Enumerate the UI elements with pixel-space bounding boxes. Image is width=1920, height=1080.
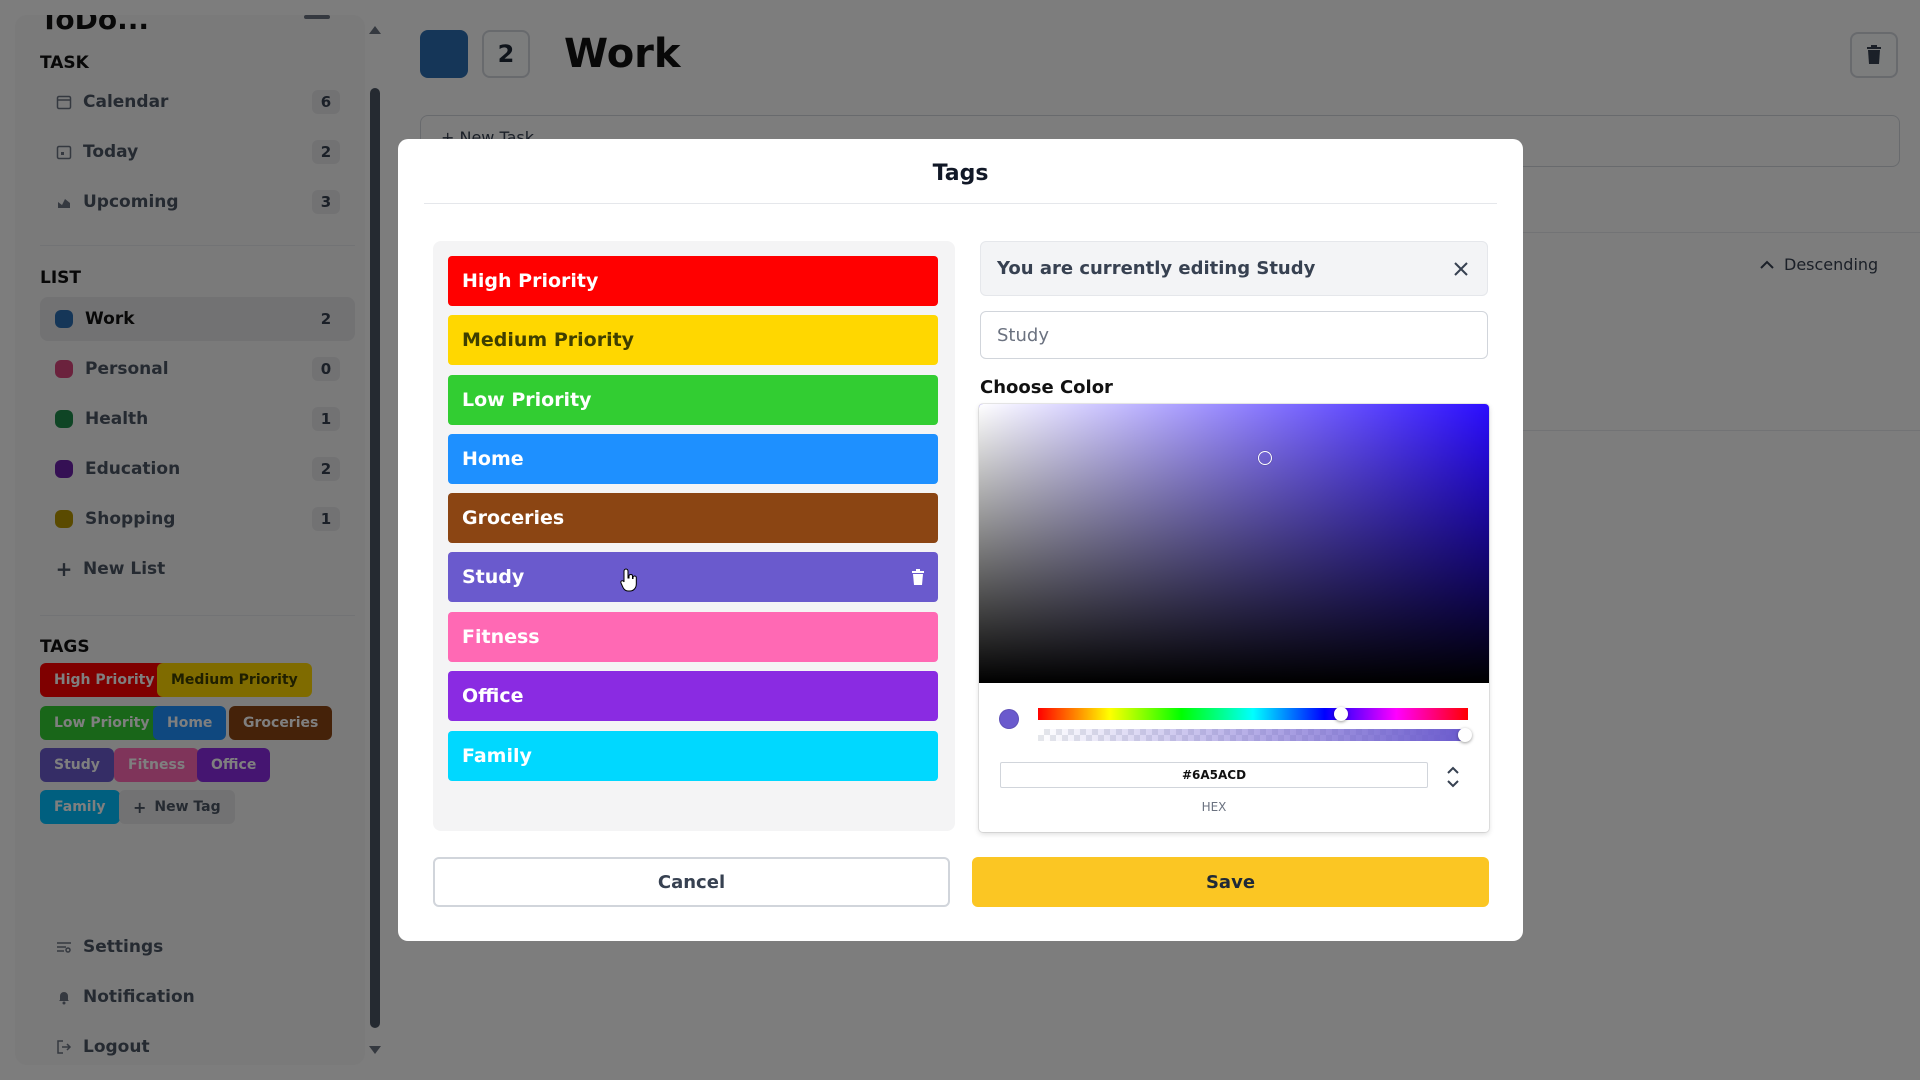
color-preview-swatch [999, 709, 1019, 729]
tag-name-input[interactable] [980, 311, 1488, 359]
tag-row-high-priority[interactable]: High Priority [448, 256, 938, 306]
hex-input[interactable] [1000, 762, 1428, 788]
cancel-button[interactable]: Cancel [433, 857, 950, 907]
tag-label: High Priority [462, 270, 599, 292]
tag-row-study[interactable]: Study [448, 552, 938, 602]
tag-label: Home [462, 448, 524, 470]
tag-label: Office [462, 685, 524, 707]
saturation-area[interactable] [979, 404, 1489, 683]
color-picker: HEX [979, 404, 1489, 832]
choose-color-label: Choose Color [980, 377, 1113, 398]
hand-pointer-icon [620, 568, 638, 596]
editing-text: You are currently editing Study [997, 258, 1316, 279]
divider [424, 203, 1497, 204]
tag-label: Family [462, 745, 532, 767]
hue-slider-thumb[interactable] [1334, 707, 1348, 721]
tag-row-fitness[interactable]: Fitness [448, 612, 938, 662]
alpha-slider-thumb[interactable] [1458, 728, 1472, 742]
close-icon[interactable] [1451, 259, 1471, 279]
save-button[interactable]: Save [972, 857, 1489, 907]
brightness-gradient [979, 404, 1489, 683]
tag-row-family[interactable]: Family [448, 731, 938, 781]
alpha-slider[interactable] [1038, 728, 1472, 742]
tag-row-home[interactable]: Home [448, 434, 938, 484]
tag-row-medium-priority[interactable]: Medium Priority [448, 315, 938, 365]
tags-modal: Tags High Priority Medium Priority Low P… [398, 139, 1523, 941]
hue-slider[interactable] [1038, 707, 1468, 721]
tag-label: Medium Priority [462, 329, 635, 351]
saturation-cursor[interactable] [1258, 451, 1272, 465]
tag-label: Groceries [462, 507, 565, 529]
modal-title: Tags [932, 161, 989, 186]
tag-row-low-priority[interactable]: Low Priority [448, 375, 938, 425]
tag-label: Fitness [462, 626, 540, 648]
tag-label: Study [462, 566, 525, 588]
tag-row-groceries[interactable]: Groceries [448, 493, 938, 543]
tag-list: High Priority Medium Priority Low Priori… [433, 241, 955, 831]
editing-banner: You are currently editing Study [980, 241, 1488, 296]
format-toggle-icon[interactable] [1446, 764, 1460, 790]
tag-row-office[interactable]: Office [448, 671, 938, 721]
tag-label: Low Priority [462, 389, 592, 411]
trash-icon[interactable] [912, 569, 924, 585]
hex-label: HEX [1201, 800, 1227, 814]
